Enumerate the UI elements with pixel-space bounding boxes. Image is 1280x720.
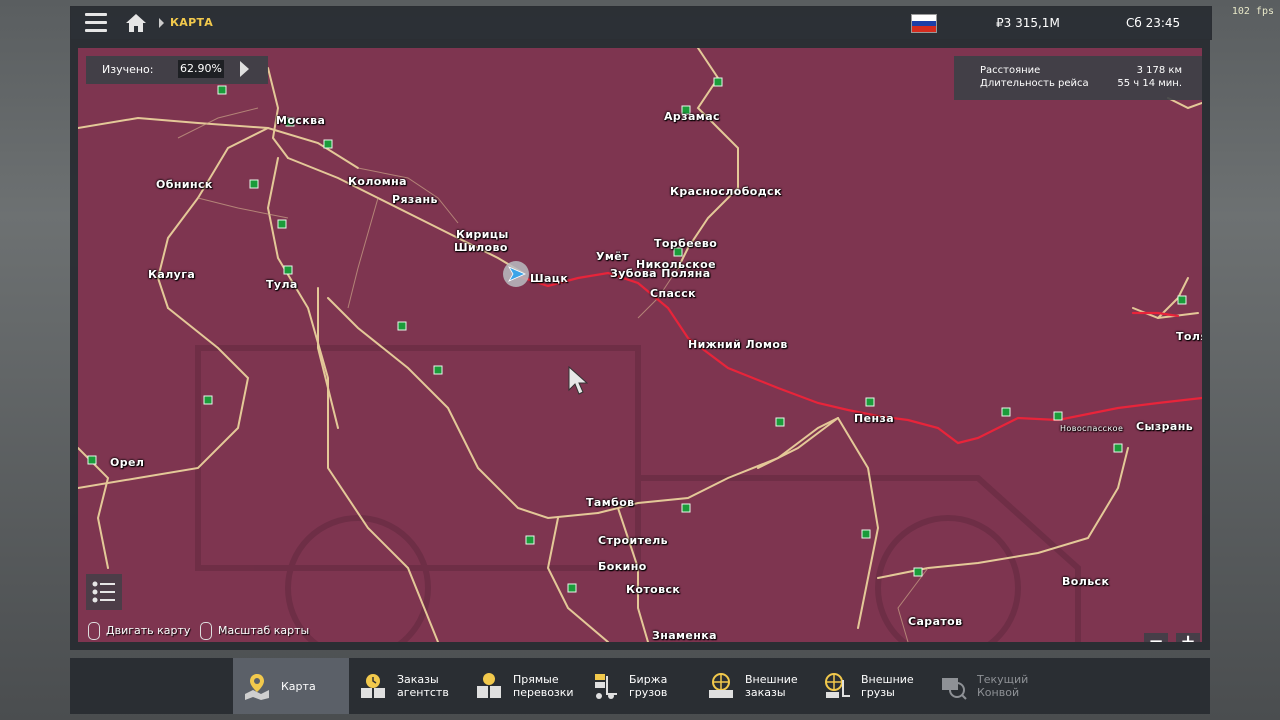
explored-expand-arrow-icon[interactable] (240, 61, 249, 77)
city-label-shilovo[interactable]: Шилово (454, 241, 508, 254)
city-label-zubova-polyana[interactable]: Зубова Поляна (610, 267, 711, 280)
globe-crates-icon (709, 673, 733, 698)
city-label-umet[interactable]: Умёт (596, 250, 629, 263)
city-label-orel[interactable]: Орел (110, 456, 144, 469)
fps-counter: 102 fps (1231, 6, 1274, 17)
nav-external-cargo[interactable]: Внешние грузы (813, 658, 929, 714)
money-balance: ₽3 315,1M (996, 16, 1060, 30)
map-legend-button[interactable] (86, 574, 122, 610)
nav-external-cargo-label: Внешние грузы (861, 673, 914, 699)
city-label-kotovsk[interactable]: Котовск (626, 583, 680, 596)
nav-external-orders-label: Внешние заказы (745, 673, 798, 699)
city-label-moscow[interactable]: Москва (276, 114, 325, 127)
city-label-arzamas[interactable]: Арзамас (664, 110, 720, 123)
forklift-icon (595, 674, 617, 699)
nav-map-label: Карта (281, 680, 316, 693)
nav-external-orders[interactable]: Внешние заказы (697, 658, 813, 714)
road-network (78, 48, 1202, 642)
explored-label: Изучено: (102, 63, 154, 76)
map-frame: Москва Обнинск Коломна Рязань Кирицы Шил… (70, 40, 1210, 650)
explored-panel: Изучено: 62.90% (86, 56, 268, 84)
city-label-spassk[interactable]: Спасск (650, 287, 696, 300)
city-label-stroitel[interactable]: Строитель (598, 534, 668, 547)
distance-value: 3 178 км (1136, 65, 1182, 76)
city-label-nizhny-lomov[interactable]: Нижний Ломов (688, 338, 788, 351)
legend-list-icon (92, 581, 115, 603)
nav-agency-orders[interactable]: Заказы агентств (349, 658, 465, 714)
nav-agency-orders-label: Заказы агентств (397, 673, 449, 699)
nav-current-convoy[interactable]: Текущий Конвой (929, 658, 1045, 714)
city-label-krasnoslobodsk[interactable]: Краснослободск (670, 185, 782, 198)
hint-zoom-map: Масштаб карты (218, 624, 310, 637)
distance-label: Расстояние (980, 65, 1041, 76)
mouse-cursor-icon (568, 366, 588, 395)
nav-current-convoy-label: Текущий Конвой (977, 673, 1029, 699)
city-label-tolyatti[interactable]: Толя (1176, 330, 1202, 343)
explored-value: 62.90% (178, 60, 224, 78)
player-marker-icon (503, 261, 529, 287)
russia-flag-icon (911, 14, 937, 33)
nav-freight-market[interactable]: Биржа грузов (581, 658, 697, 714)
city-label-bokino[interactable]: Бокино (598, 560, 647, 573)
convoy-icon (942, 678, 967, 700)
home-icon[interactable] (125, 13, 147, 33)
city-label-volsk[interactable]: Вольск (1062, 575, 1109, 588)
city-label-saratov[interactable]: Саратов (908, 615, 963, 628)
nav-direct-transport-label: Прямые перевозки (513, 673, 574, 699)
duration-label: Длительность рейса (980, 78, 1089, 89)
city-label-shatsk[interactable]: Шацк (530, 272, 568, 285)
breadcrumb-arrow-icon (159, 18, 164, 28)
game-clock: Сб 23:45 (1126, 16, 1181, 30)
city-label-tambov[interactable]: Тамбов (586, 496, 635, 509)
clock-crates-icon (361, 674, 385, 698)
zoom-in-button[interactable]: + (1176, 633, 1200, 642)
map-pin-icon (245, 674, 269, 700)
city-label-obninsk[interactable]: Обнинск (156, 178, 213, 191)
nav-freight-market-label: Биржа грузов (629, 673, 668, 699)
city-label-kiritsy[interactable]: Кирицы (456, 228, 509, 241)
city-label-ryazan[interactable]: Рязань (392, 193, 438, 206)
world-map[interactable]: Москва Обнинск Коломна Рязань Кирицы Шил… (78, 48, 1202, 642)
nav-map[interactable]: Карта (233, 658, 349, 714)
nav-direct-transport[interactable]: Прямые перевозки (465, 658, 581, 714)
breadcrumb[interactable]: КАРТА (170, 16, 213, 29)
globe-forklift-icon (825, 673, 850, 698)
bottom-navigation: Карта Заказы агентств Прямые перевозки Бир… (70, 658, 1210, 714)
city-label-novospasskoe[interactable]: Новоспасское (1060, 424, 1123, 433)
city-label-penza[interactable]: Пенза (854, 412, 894, 425)
city-label-znamenka[interactable]: Знаменка (652, 629, 717, 642)
hint-move-map: Двигать карту (106, 624, 191, 637)
mouse-wheel-icon (200, 622, 212, 640)
route-info-panel: Расстояние 3 178 км Длительность рейса 5… (954, 56, 1202, 100)
mouse-left-icon (88, 622, 100, 640)
zoom-out-button[interactable]: − (1144, 633, 1168, 642)
top-bar: КАРТА ₽3 315,1M Сб 23:45 (70, 6, 1212, 40)
coin-crates-icon (477, 673, 501, 698)
city-label-kolomna[interactable]: Коломна (348, 175, 407, 188)
duration-value: 55 ч 14 мин. (1117, 78, 1182, 89)
menu-icon[interactable] (85, 13, 107, 33)
city-label-torbeevo[interactable]: Торбеево (654, 237, 717, 250)
city-label-syzran[interactable]: Сызрань (1136, 420, 1193, 433)
city-label-tula[interactable]: Тула (266, 278, 298, 291)
city-label-kaluga[interactable]: Калуга (148, 268, 195, 281)
